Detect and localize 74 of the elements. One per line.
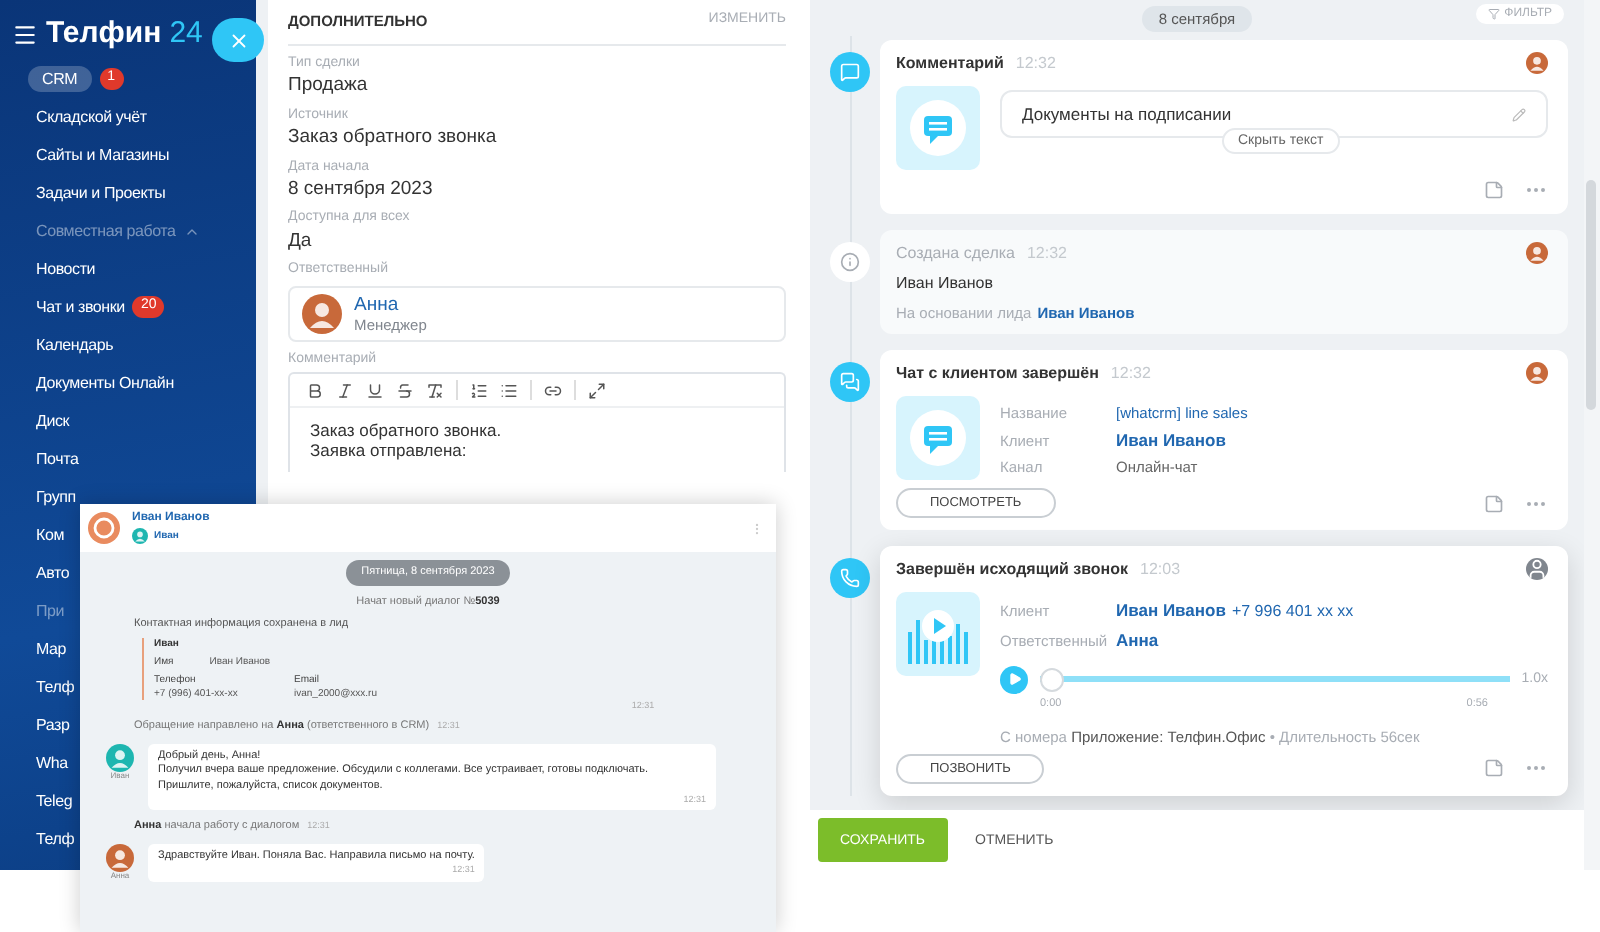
play-icon[interactable] <box>1007 672 1021 687</box>
expand-icon[interactable] <box>588 381 606 400</box>
field-value[interactable]: Иван Иванов <box>1116 430 1226 451</box>
play-button[interactable] <box>1000 665 1028 694</box>
menu-item[interactable]: Разр <box>36 715 70 735</box>
filter-icon[interactable] <box>1488 8 1501 20</box>
entry-time: 12:03 <box>1140 559 1183 579</box>
phone-icon <box>830 558 870 599</box>
menu-item[interactable]: CRM <box>28 65 92 93</box>
deal-name: Иван Иванов <box>896 274 995 294</box>
menu-item[interactable]: Ком <box>36 525 65 545</box>
chat-bubble-icon <box>896 396 980 481</box>
note-icon[interactable] <box>1484 758 1504 779</box>
responsible-name[interactable]: Анна <box>354 293 427 316</box>
italic-icon[interactable] <box>336 381 354 400</box>
avatar <box>1526 52 1548 74</box>
chat-logo-icon <box>88 512 120 544</box>
bold-icon[interactable] <box>306 381 324 400</box>
link-icon[interactable] <box>544 381 562 400</box>
menu-item[interactable]: Wha <box>36 753 68 773</box>
field-value: Заказ обратного звонка <box>288 126 499 150</box>
edit-icon[interactable] <box>1512 107 1526 121</box>
note-icon[interactable] <box>1484 180 1504 200</box>
note-icon[interactable] <box>1484 493 1504 514</box>
strikethrough-icon[interactable] <box>396 381 414 400</box>
comment-icon <box>830 52 870 92</box>
menu-item[interactable]: Складской учёт <box>36 107 147 127</box>
menu-item[interactable]: Авто <box>36 563 70 583</box>
comment-line: Заявка отправлена: <box>310 440 469 462</box>
entry-title: Комментарий <box>896 53 1004 73</box>
menu-item[interactable]: Чат и звонки <box>36 297 125 317</box>
menu-item[interactable]: Телф <box>36 829 75 849</box>
field-value[interactable]: Анна <box>1116 629 1159 650</box>
menu-item[interactable]: Сайты и Магазины <box>36 145 170 165</box>
underline-icon[interactable] <box>366 381 384 400</box>
numbered-list-icon[interactable] <box>470 381 488 400</box>
bullet-list-icon[interactable] <box>500 381 518 400</box>
menu-item[interactable]: Teleg <box>36 791 73 811</box>
chat-bubble-icon <box>896 86 980 170</box>
menu-item[interactable]: Телф <box>36 677 75 697</box>
logo[interactable]: Телфин 24 <box>46 16 203 52</box>
field-value[interactable]: Иван Иванов <box>1116 600 1226 621</box>
menu-item[interactable]: Задачи и Проекты <box>36 183 166 203</box>
clear-format-icon[interactable] <box>426 381 444 400</box>
entry-title: Создана сделка <box>896 243 1015 263</box>
chat-icon <box>830 362 870 403</box>
menu-item[interactable]: Почта <box>36 449 79 469</box>
scrollbar[interactable] <box>1584 0 1600 870</box>
avatar <box>302 293 342 334</box>
avatar <box>1526 242 1548 264</box>
entry-time: 12:32 <box>1015 53 1058 73</box>
info-icon <box>830 242 870 282</box>
audio-waveform-icon <box>896 592 980 677</box>
phone-number[interactable]: +7 996 401 xx xx <box>1231 602 1354 622</box>
field-value: Продажа <box>288 74 370 98</box>
avatar <box>1526 362 1548 385</box>
entry-title: Завершён исходящий звонок <box>896 559 1129 579</box>
field-value: 8 сентября 2023 <box>288 177 435 201</box>
menu-item[interactable]: Диск <box>36 411 70 431</box>
avatar <box>132 527 148 544</box>
entry-time: 12:32 <box>1110 363 1153 383</box>
menu-item[interactable]: Новости <box>36 259 96 279</box>
audio-handle[interactable] <box>1040 667 1064 692</box>
entry-title: Чат с клиентом завершён <box>896 363 1099 383</box>
comment-text: Документы на подписании <box>1022 103 1232 125</box>
user-icon <box>1526 558 1548 581</box>
menu-item[interactable]: Мар <box>36 639 67 659</box>
field-value: Да <box>288 229 314 253</box>
menu-item[interactable]: Календарь <box>36 335 114 355</box>
comment-editor[interactable]: Заказ обратного звонка. Заявка отправлена: <box>288 372 786 473</box>
menu-item[interactable]: Групп <box>36 487 76 507</box>
comment-line: Заказ обратного звонка. <box>310 420 504 441</box>
menu-icon[interactable] <box>12 21 38 47</box>
menu-item[interactable]: Документы Онлайн <box>36 373 174 393</box>
